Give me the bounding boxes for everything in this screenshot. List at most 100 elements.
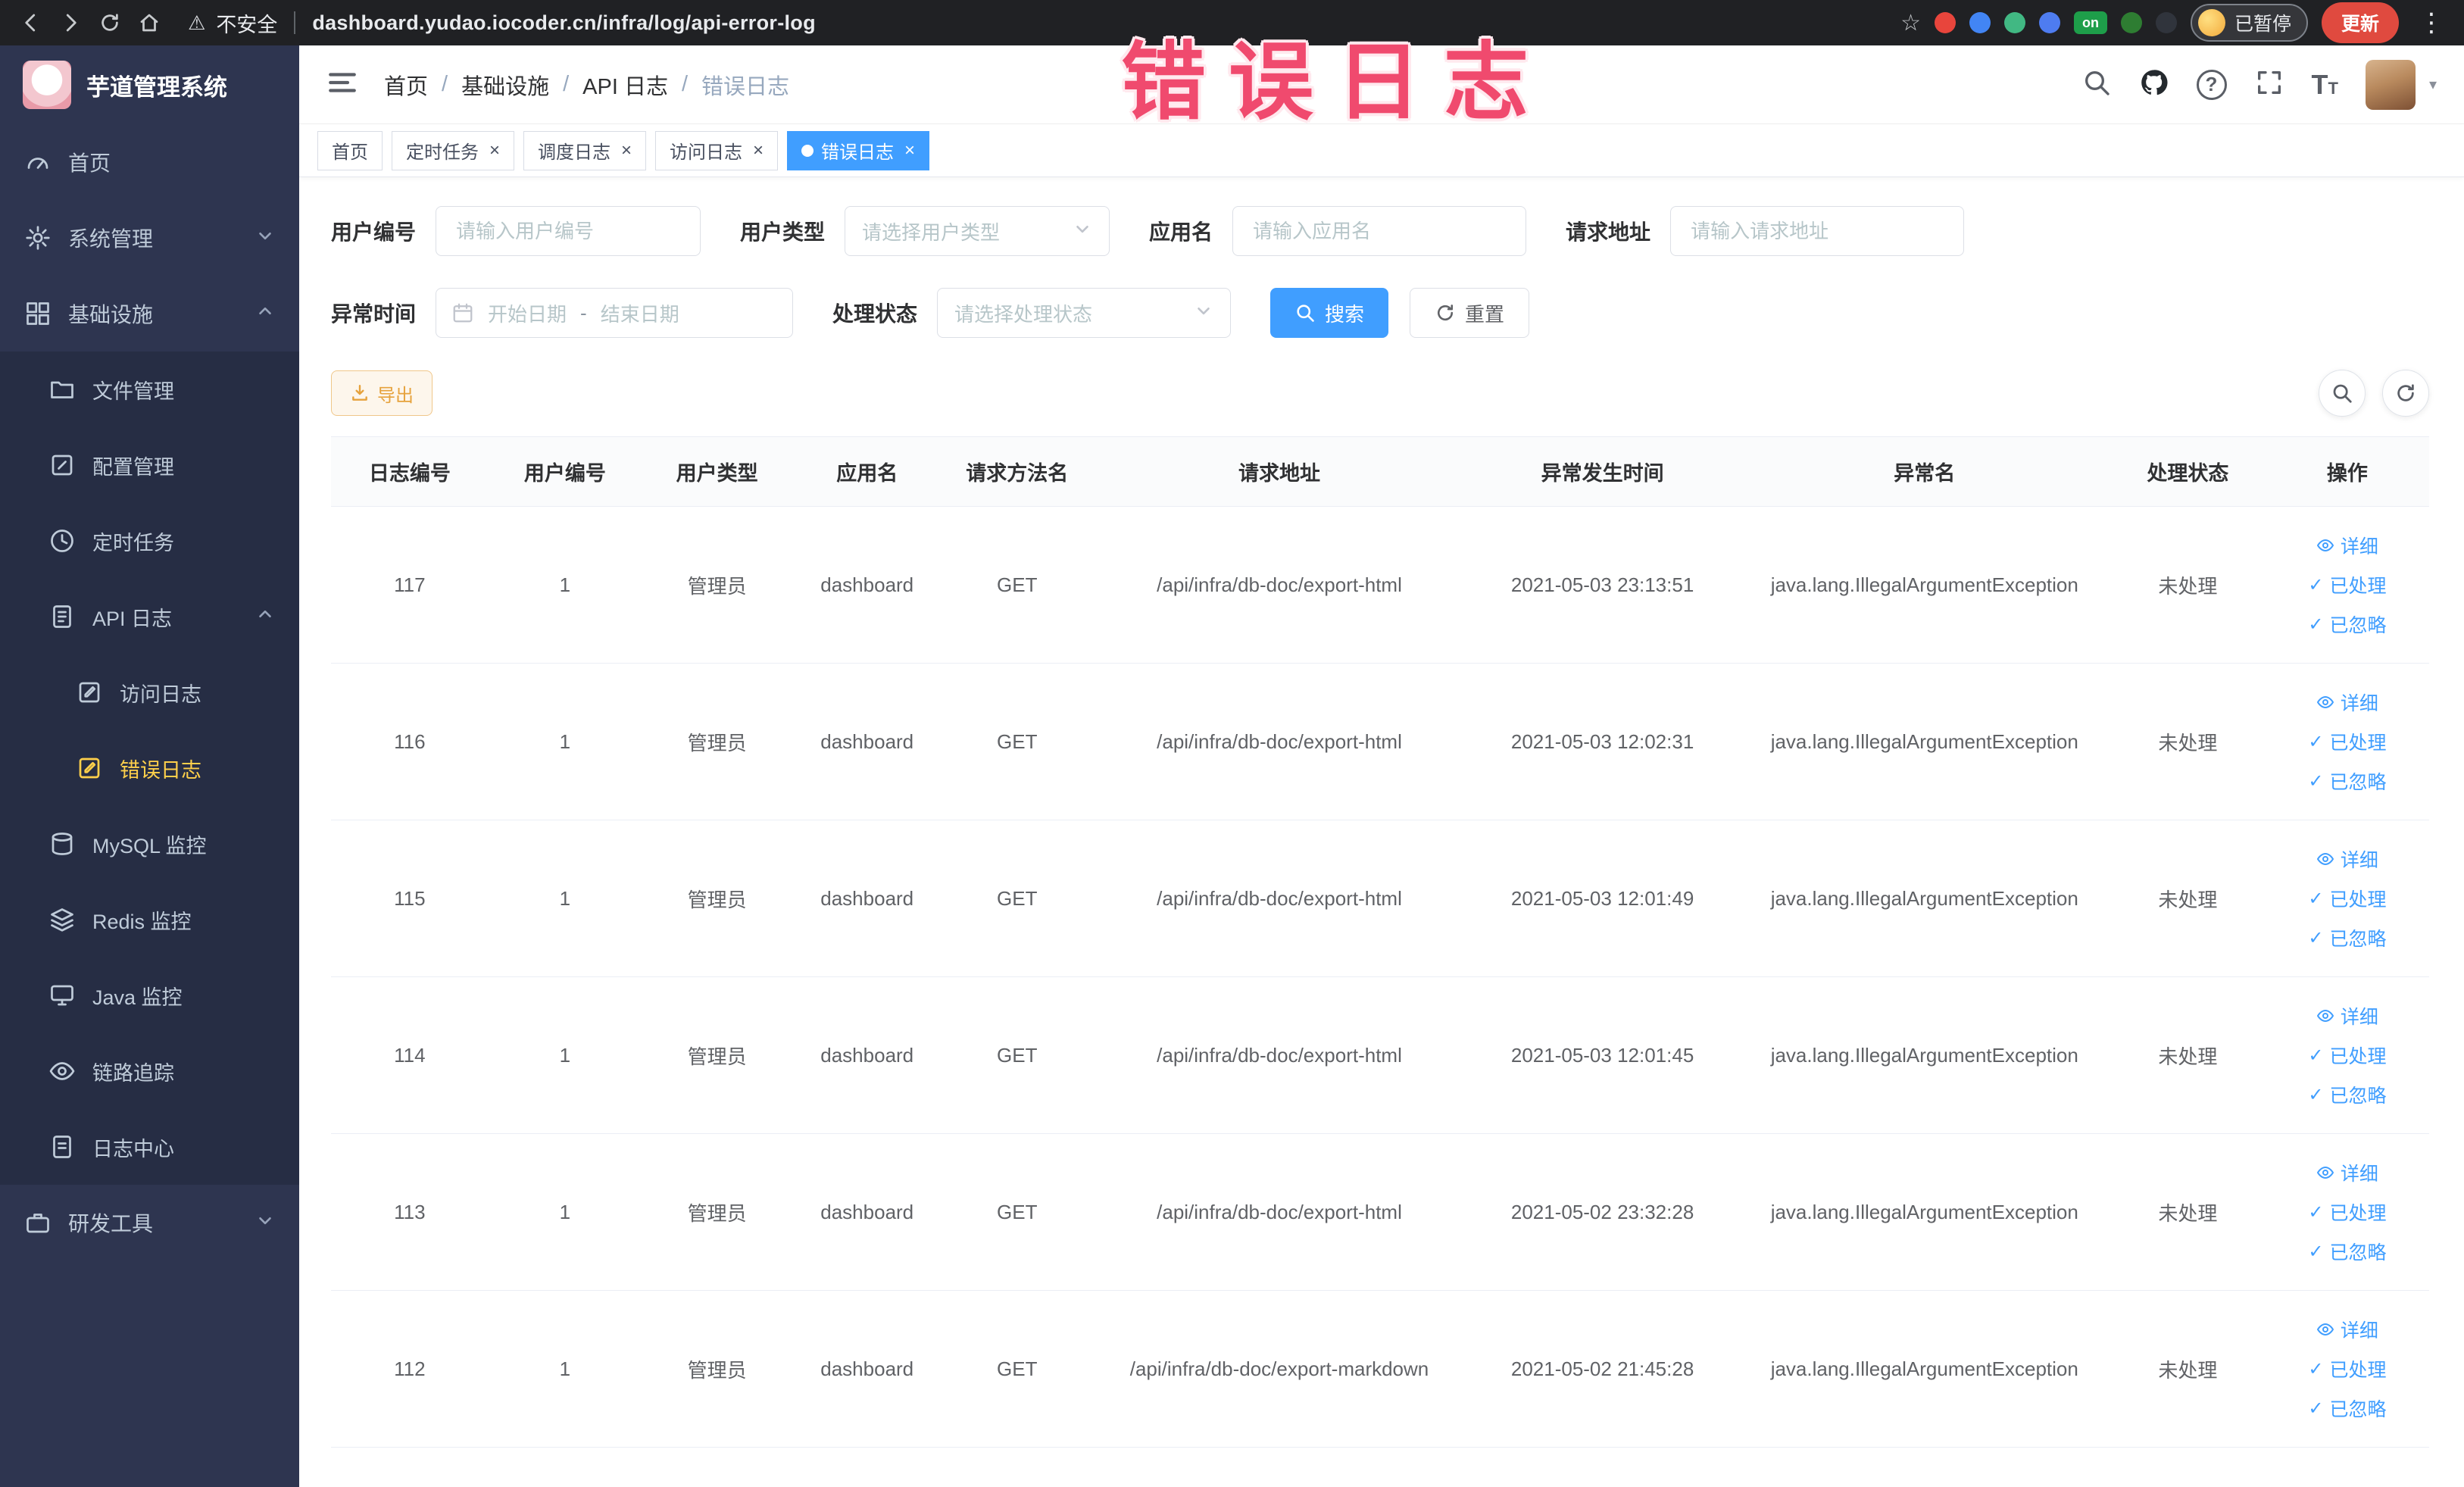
extension-icon[interactable]: [2120, 12, 2142, 33]
briefcase-icon: [24, 1209, 52, 1236]
detail-link[interactable]: 详细: [2316, 1316, 2378, 1343]
extension-on-badge-icon[interactable]: on: [2073, 11, 2107, 34]
sidebar-item-infra[interactable]: 基础设施: [0, 276, 299, 351]
sidebar-item-mysql[interactable]: MySQL 监控: [0, 806, 299, 882]
extension-icon[interactable]: [2155, 12, 2177, 33]
sidebar-item-log-center[interactable]: 日志中心: [0, 1109, 299, 1185]
sidebar-item-api-log[interactable]: API 日志: [0, 579, 299, 654]
tab-error-log[interactable]: 错误日志 ×: [787, 130, 930, 170]
sidebar-item-java[interactable]: Java 监控: [0, 957, 299, 1033]
close-icon[interactable]: ×: [621, 141, 632, 160]
button-label: 重置: [1465, 302, 1505, 326]
detail-link[interactable]: 详细: [2316, 1002, 2378, 1029]
processed-link[interactable]: ✓ 已处理: [2308, 1198, 2386, 1226]
sidebar-item-file[interactable]: 文件管理: [0, 351, 299, 427]
check-icon: ✓: [2308, 614, 2324, 635]
fullscreen-icon[interactable]: [2254, 67, 2284, 102]
processed-link[interactable]: ✓ 已处理: [2308, 1042, 2386, 1069]
user-type-select[interactable]: 请选择用户类型: [845, 206, 1110, 256]
sidebar-item-devtools[interactable]: 研发工具: [0, 1185, 299, 1261]
request-url-input[interactable]: [1670, 206, 1965, 256]
paused-extension-badge[interactable]: 已暂停: [2190, 4, 2308, 42]
browser-update-button[interactable]: 更新: [2321, 2, 2399, 43]
user-avatar[interactable]: [2365, 59, 2416, 110]
ignored-link[interactable]: ✓ 已忽略: [2308, 924, 2386, 951]
button-label: 导出: [377, 385, 414, 406]
tab-job-log[interactable]: 调度日志 ×: [523, 130, 647, 170]
cell-status: 未处理: [2158, 574, 2218, 598]
browser-chrome: ⚠ 不安全 dashboard.yudao.iocoder.cn/infra/l…: [0, 0, 2464, 45]
extension-icon[interactable]: [1969, 12, 1991, 33]
ignored-link[interactable]: ✓ 已忽略: [2308, 1238, 2386, 1265]
processed-link[interactable]: ✓ 已处理: [2308, 728, 2386, 755]
extension-icon[interactable]: [2003, 12, 2025, 33]
tab-access-log[interactable]: 访问日志 ×: [655, 130, 779, 170]
download-icon: [352, 385, 367, 401]
app-name-input[interactable]: [1232, 206, 1527, 256]
cell-user-type: 管理员: [687, 731, 747, 754]
search-button[interactable]: 搜索: [1270, 288, 1389, 338]
avatar-caret-icon[interactable]: ▾: [2429, 75, 2437, 94]
help-icon[interactable]: ?: [2196, 69, 2227, 100]
github-icon[interactable]: [2139, 67, 2169, 102]
close-icon[interactable]: ×: [753, 141, 764, 160]
field-label: 请求地址: [1566, 220, 1651, 244]
check-icon: ✓: [2308, 1241, 2324, 1262]
hamburger-icon[interactable]: [326, 67, 358, 102]
export-button[interactable]: 导出: [331, 370, 433, 416]
extension-icon[interactable]: [1934, 12, 1956, 33]
bookmark-star-icon[interactable]: ☆: [1900, 10, 1921, 36]
ignored-link[interactable]: ✓ 已忽略: [2308, 1395, 2386, 1422]
search-toggle-button[interactable]: [2319, 370, 2366, 417]
sidebar-item-access-log[interactable]: 访问日志: [0, 654, 299, 730]
forward-icon[interactable]: [53, 5, 88, 40]
reset-button[interactable]: 重置: [1410, 288, 1530, 338]
search-icon[interactable]: [2081, 67, 2112, 102]
sidebar-item-job[interactable]: 定时任务: [0, 503, 299, 579]
sidebar-item-label: Java 监控: [92, 986, 183, 1009]
breadcrumb-item[interactable]: 基础设施: [461, 69, 549, 101]
app-logo[interactable]: 芋道管理系统: [0, 45, 299, 124]
processed-link[interactable]: ✓ 已处理: [2308, 571, 2386, 598]
detail-link[interactable]: 详细: [2316, 845, 2378, 873]
column-header: 用户类型: [676, 462, 758, 485]
address-bar[interactable]: ⚠ 不安全 dashboard.yudao.iocoder.cn/infra/l…: [171, 8, 1881, 38]
processed-link[interactable]: ✓ 已处理: [2308, 885, 2386, 912]
sidebar-item-redis[interactable]: Redis 监控: [0, 882, 299, 957]
cell-log-id: 117: [394, 573, 426, 596]
ignored-link[interactable]: ✓ 已忽略: [2308, 767, 2386, 795]
font-size-icon[interactable]: TT: [2312, 70, 2338, 98]
cell-actions: 详细 ✓ 已处理 ✓ 已忽略: [2266, 681, 2429, 802]
clock-icon: [48, 527, 76, 555]
tab-job[interactable]: 定时任务 ×: [392, 130, 515, 170]
security-label: 不安全: [216, 13, 278, 36]
process-status-select[interactable]: 请选择处理状态: [937, 288, 1232, 338]
sidebar-item-home[interactable]: 首页: [0, 124, 299, 200]
document-icon: [48, 1133, 76, 1161]
extension-icon[interactable]: [2038, 12, 2060, 33]
back-icon[interactable]: [14, 5, 48, 40]
detail-link[interactable]: 详细: [2316, 532, 2378, 559]
ignored-link[interactable]: ✓ 已忽略: [2308, 611, 2386, 638]
column-header: 操作: [2326, 462, 2368, 485]
sidebar-item-config[interactable]: 配置管理: [0, 427, 299, 503]
close-icon[interactable]: ×: [904, 141, 915, 160]
date-range-picker[interactable]: 开始日期 - 结束日期: [436, 288, 794, 338]
ignored-link[interactable]: ✓ 已忽略: [2308, 1081, 2386, 1108]
detail-link[interactable]: 详细: [2316, 1159, 2378, 1186]
sidebar-item-system[interactable]: 系统管理: [0, 200, 299, 276]
breadcrumb-item[interactable]: API 日志: [582, 69, 668, 101]
user-id-input[interactable]: [436, 206, 701, 256]
sidebar-item-trace[interactable]: 链路追踪: [0, 1033, 299, 1109]
reload-icon[interactable]: [92, 5, 127, 40]
breadcrumb-item[interactable]: 首页: [384, 69, 428, 101]
detail-link[interactable]: 详细: [2316, 689, 2378, 716]
browser-menu-icon[interactable]: ⋮: [2412, 8, 2450, 38]
eye-icon: [2316, 539, 2334, 551]
sidebar-item-error-log[interactable]: 错误日志: [0, 730, 299, 806]
processed-link[interactable]: ✓ 已处理: [2308, 1355, 2386, 1382]
close-icon[interactable]: ×: [489, 141, 500, 160]
tab-home[interactable]: 首页: [317, 130, 383, 170]
refresh-button[interactable]: [2382, 370, 2429, 417]
home-icon[interactable]: [132, 5, 167, 40]
